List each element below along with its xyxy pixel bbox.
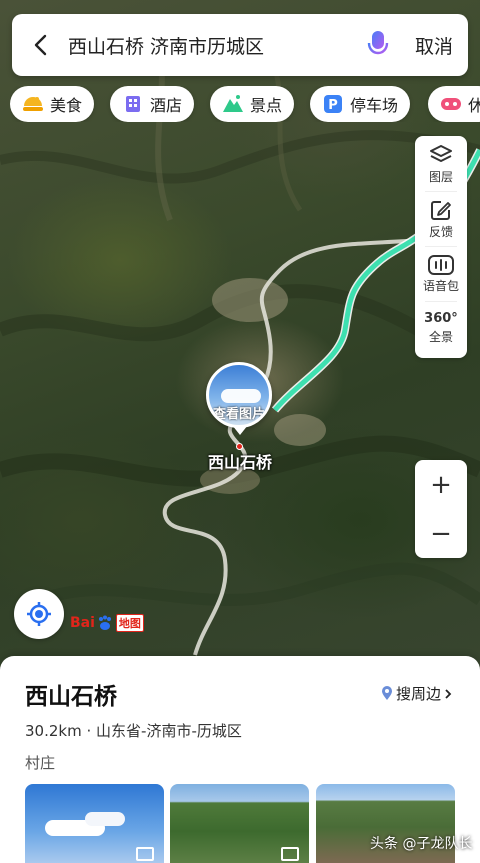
place-name: 西山石桥 xyxy=(25,684,117,710)
meta-separator: · xyxy=(86,722,92,740)
zoom-out-button[interactable]: − xyxy=(415,509,467,558)
place-detail-sheet: 西山石桥 搜周边 30.2km · 山东省-济南市-历城区 村庄 头条 @子龙队… xyxy=(0,656,480,863)
voice-pack-icon xyxy=(428,254,454,275)
place-photo-1[interactable] xyxy=(25,784,164,863)
baidu-map-logo: Bai 地图 xyxy=(70,614,144,632)
image-icon xyxy=(136,847,154,861)
scenic-icon xyxy=(222,93,244,115)
place-region: 山东省-济南市-历城区 xyxy=(96,722,242,740)
category-chips: 美食 酒店 景点 P 停车场 休 xyxy=(10,86,480,122)
layers-button[interactable]: 图层 xyxy=(415,138,467,192)
view-photos-label: 查看图片 xyxy=(212,407,265,422)
feedback-button[interactable]: 反馈 xyxy=(415,193,467,247)
chip-parking[interactable]: P 停车场 xyxy=(310,86,411,122)
microphone-icon xyxy=(367,31,389,59)
parking-icon: P xyxy=(322,93,344,115)
search-nearby-button[interactable]: 搜周边 xyxy=(381,683,452,704)
place-type: 村庄 xyxy=(25,754,56,772)
svg-text:P: P xyxy=(328,98,338,113)
back-button[interactable] xyxy=(12,14,68,76)
chip-food[interactable]: 美食 xyxy=(10,86,95,122)
zoom-controls: + − xyxy=(415,460,467,558)
hotel-icon xyxy=(122,93,144,115)
chevron-right-icon xyxy=(445,688,452,699)
panorama-button[interactable]: 360° 全景 xyxy=(415,302,467,354)
food-icon xyxy=(22,93,44,115)
place-distance-region: 30.2km · 山东省-济南市-历城区 xyxy=(25,720,242,741)
layers-icon xyxy=(430,144,452,162)
watermark: 头条 @子龙队长 xyxy=(370,836,473,852)
location-pin-icon xyxy=(382,686,392,700)
place-photo-2[interactable] xyxy=(170,784,309,863)
image-icon xyxy=(281,847,299,861)
zoom-in-button[interactable]: + xyxy=(415,460,467,509)
chip-leisure[interactable]: 休 xyxy=(428,86,480,122)
map-tools-panel: 图层 反馈 语音包 360° 全景 xyxy=(415,136,467,358)
locate-me-button[interactable] xyxy=(14,589,64,639)
leisure-icon xyxy=(440,93,462,115)
chip-scenic[interactable]: 景点 xyxy=(210,86,295,122)
place-distance: 30.2km xyxy=(25,722,82,740)
poi-name-label[interactable]: 西山石桥 xyxy=(190,449,290,473)
chevron-left-icon xyxy=(34,34,47,56)
location-target-icon xyxy=(27,602,51,626)
cancel-button[interactable]: 取消 xyxy=(400,32,468,59)
panorama-icon: 360° xyxy=(424,311,458,326)
search-bar: 西山石桥 济南市历城区 取消 xyxy=(12,14,468,76)
feedback-icon xyxy=(431,200,451,220)
search-input[interactable]: 西山石桥 济南市历城区 xyxy=(68,32,356,59)
chip-hotel[interactable]: 酒店 xyxy=(110,86,195,122)
baidu-paw-icon xyxy=(98,615,111,630)
voice-search-button[interactable] xyxy=(356,14,400,76)
voice-pack-button[interactable]: 语音包 xyxy=(415,248,467,302)
poi-photo-marker[interactable]: 查看图片 xyxy=(206,362,272,428)
